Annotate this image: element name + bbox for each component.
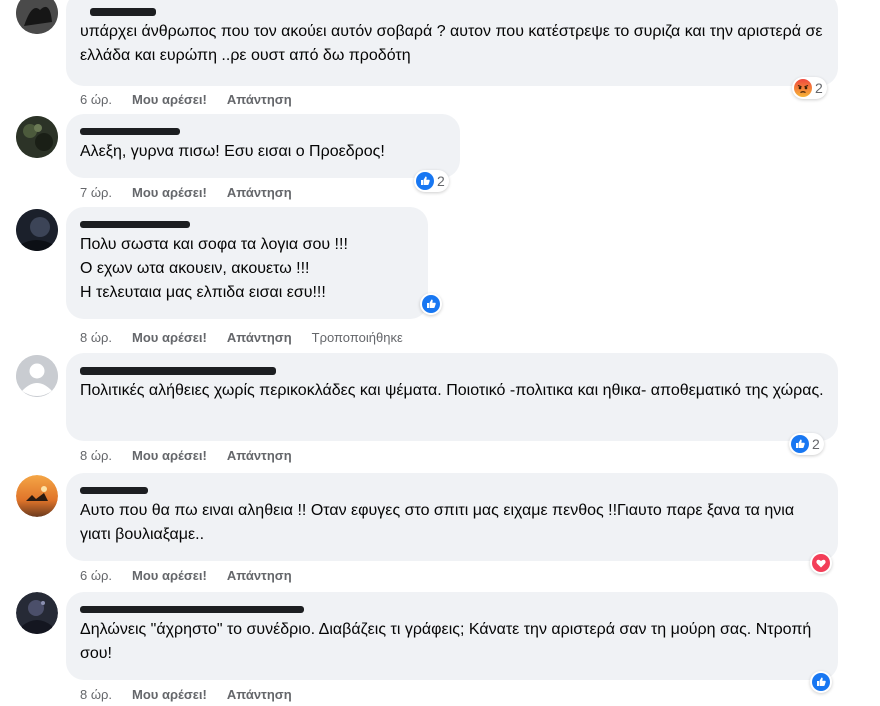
avatar[interactable] [16,475,58,517]
comment-bubble: Αλεξη, γυρνα πισω! Εσυ εισαι ο Προεδρος! [66,114,460,178]
comment-actions: 6 ώρ. Μου αρέσει! Απάντηση [80,567,292,583]
reply-button[interactable]: Απάντηση [227,185,292,200]
avatar[interactable] [16,209,58,251]
comment-bubble: υπάρχει άνθρωπος που τον ακούει αυτόν σο… [66,0,838,86]
love-icon [812,554,830,572]
reaction-count: 2 [437,173,445,189]
comment-actions: 8 ώρ. Μου αρέσει! Απάντηση Τροποποιήθηκε [80,329,403,345]
avatar[interactable] [16,116,58,158]
reaction-summary[interactable]: 2 [414,170,449,192]
timestamp[interactable]: 8 ώρ. [80,687,112,702]
reply-button[interactable]: Απάντηση [227,568,292,583]
reply-button[interactable]: Απάντηση [227,92,292,107]
comment-text: υπάρχει άνθρωπος που τον ακούει αυτόν σο… [80,23,823,64]
like-button[interactable]: Μου αρέσει! [132,568,207,583]
like-icon [416,172,434,190]
comment-bubble: Αυτο που θα πω ειναι αληθεια !! Οταν εφυ… [66,473,838,561]
comment-text: Αλεξη, γυρνα πισω! Εσυ εισαι ο Προεδρος! [80,143,385,160]
reply-button[interactable]: Απάντηση [227,330,292,345]
reaction-summary[interactable] [420,293,442,315]
comment-actions: 8 ώρ. Μου αρέσει! Απάντηση [80,686,292,702]
comment-text: Δηλώνεις "άχρηστο" το συνέδριο. Διαβάζει… [80,621,812,662]
comment-actions: 8 ώρ. Μου αρέσει! Απάντηση [80,447,292,463]
reaction-summary[interactable] [810,552,832,574]
like-icon [791,435,809,453]
reply-button[interactable]: Απάντηση [227,448,292,463]
comment-actions: 7 ώρ. Μου αρέσει! Απάντηση [80,184,292,200]
avatar-default[interactable] [16,355,58,397]
like-button[interactable]: Μου αρέσει! [132,687,207,702]
like-button[interactable]: Μου αρέσει! [132,448,207,463]
timestamp[interactable]: 6 ώρ. [80,92,112,107]
comment-text: Πολυ σωστα και σοφα τα λογια σου !!! Ο ε… [80,236,348,301]
author-name-redacted[interactable] [80,122,446,135]
comment-bubble: Δηλώνεις "άχρηστο" το συνέδριο. Διαβάζει… [66,592,838,680]
reaction-summary[interactable] [810,671,832,693]
author-name-redacted[interactable] [80,0,824,16]
edited-label[interactable]: Τροποποιήθηκε [312,330,403,345]
timestamp[interactable]: 8 ώρ. [80,448,112,463]
reply-button[interactable]: Απάντηση [227,687,292,702]
timestamp[interactable]: 7 ώρ. [80,185,112,200]
angry-icon [794,79,812,97]
like-icon [422,295,440,313]
like-button[interactable]: Μου αρέσει! [132,92,207,107]
comment-bubble: Πολιτικές αλήθειες χωρίς περικοκλάδες κα… [66,353,838,441]
comment-actions: 6 ώρ. Μου αρέσει! Απάντηση [80,91,292,107]
timestamp[interactable]: 8 ώρ. [80,330,112,345]
author-name-redacted[interactable] [80,361,824,375]
like-icon [812,673,830,691]
avatar[interactable] [16,592,58,634]
avatar[interactable] [16,0,58,34]
timestamp[interactable]: 6 ώρ. [80,568,112,583]
author-name-redacted[interactable] [80,481,824,494]
comment-text: Πολιτικές αλήθειες χωρίς περικοκλάδες κα… [80,382,824,399]
like-button[interactable]: Μου αρέσει! [132,185,207,200]
reaction-count: 2 [812,436,820,452]
comment-bubble: Πολυ σωστα και σοφα τα λογια σου !!! Ο ε… [66,207,428,319]
reaction-count: 2 [815,80,823,96]
author-name-redacted[interactable] [80,215,414,228]
comment-text: Αυτο που θα πω ειναι αληθεια !! Οταν εφυ… [80,502,795,543]
like-button[interactable]: Μου αρέσει! [132,330,207,345]
reaction-summary[interactable]: 2 [789,433,824,455]
author-name-redacted[interactable] [80,600,824,613]
reaction-summary[interactable]: 2 [792,77,827,99]
